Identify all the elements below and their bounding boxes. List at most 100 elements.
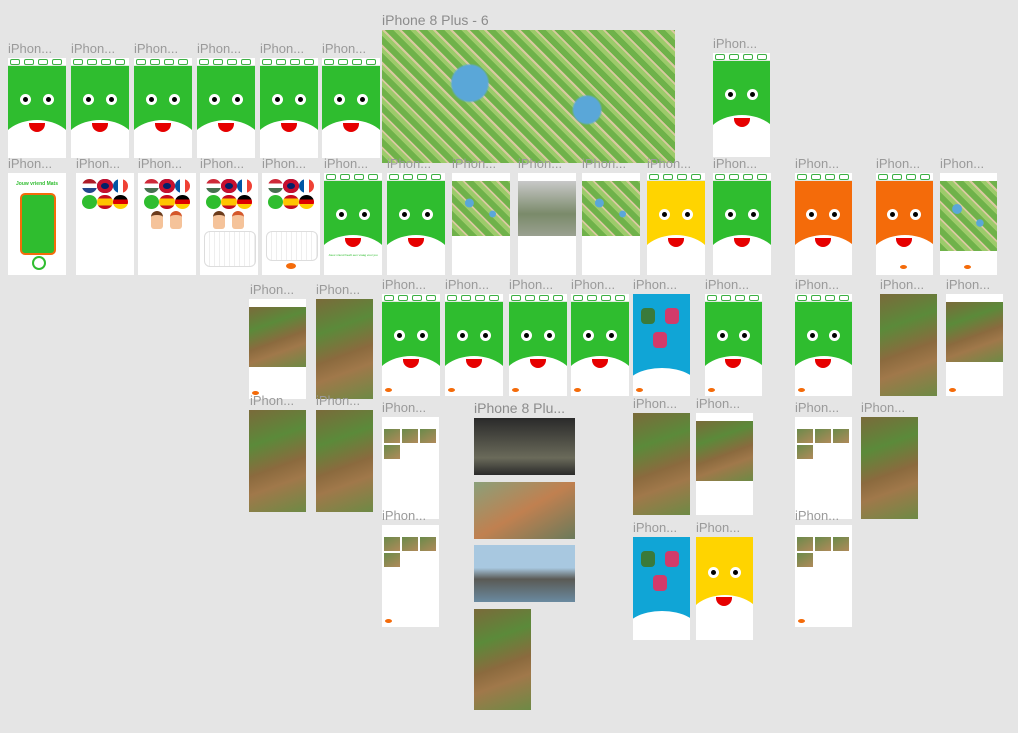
screen-face-green[interactable] bbox=[713, 173, 771, 275]
sticker-icon[interactable] bbox=[665, 551, 679, 567]
screen-stickers[interactable] bbox=[633, 537, 690, 640]
pin-pad[interactable] bbox=[204, 231, 256, 267]
boy-avatar[interactable] bbox=[151, 211, 163, 229]
sticker-icon[interactable] bbox=[665, 308, 679, 324]
boy-avatar[interactable] bbox=[213, 211, 225, 229]
screen-map-end[interactable] bbox=[940, 173, 997, 275]
lion-photo[interactable] bbox=[474, 418, 575, 475]
screen-gallery[interactable] bbox=[382, 525, 439, 627]
screen-gallery[interactable] bbox=[382, 417, 439, 519]
footprint-icon[interactable] bbox=[385, 388, 392, 392]
flag-uk-icon[interactable] bbox=[283, 179, 299, 193]
giraffe-photo-large[interactable] bbox=[474, 609, 531, 710]
thumbnail[interactable] bbox=[420, 429, 436, 443]
screen-face-green[interactable] bbox=[713, 53, 770, 157]
screen-stickers[interactable] bbox=[633, 294, 690, 396]
flag-de-icon[interactable] bbox=[298, 195, 314, 209]
screen-face-green[interactable] bbox=[134, 58, 192, 158]
footprint-icon[interactable] bbox=[798, 619, 805, 623]
screen-face-green[interactable] bbox=[260, 58, 318, 158]
thumbnail[interactable] bbox=[384, 537, 400, 551]
footprint-icon[interactable] bbox=[385, 619, 392, 623]
screen-map-speech[interactable] bbox=[582, 173, 640, 275]
footprint-icon[interactable] bbox=[286, 263, 296, 269]
screen-giraffe-photo[interactable] bbox=[316, 410, 373, 512]
map-thumbnail[interactable] bbox=[940, 181, 997, 251]
screen-gallery[interactable] bbox=[795, 417, 852, 519]
flag-fr-icon[interactable] bbox=[174, 179, 190, 193]
flag-de-icon[interactable] bbox=[112, 195, 128, 209]
screen-giraffe-photo[interactable] bbox=[249, 410, 306, 512]
screen-map-speech[interactable] bbox=[452, 173, 510, 275]
screen-face-green[interactable] bbox=[445, 294, 503, 396]
flag-green-icon[interactable] bbox=[82, 195, 98, 209]
thumbnail[interactable] bbox=[384, 445, 400, 459]
screen-face-green[interactable] bbox=[71, 58, 129, 158]
footprint-icon[interactable] bbox=[964, 265, 971, 269]
footprint-icon[interactable] bbox=[636, 388, 643, 392]
screen-giraffe-info[interactable] bbox=[946, 294, 1003, 396]
screen-welcome[interactable]: Jouw vriend Mats bbox=[8, 173, 66, 275]
flag-hu-icon[interactable] bbox=[268, 179, 284, 193]
orangutan-photo[interactable] bbox=[474, 482, 575, 539]
thumbnail[interactable] bbox=[402, 537, 418, 551]
screen-giraffe-photo[interactable] bbox=[316, 299, 373, 399]
flag-green-icon[interactable] bbox=[144, 195, 160, 209]
footprint-icon[interactable] bbox=[574, 388, 581, 392]
thumbnail[interactable] bbox=[384, 429, 400, 443]
screen-face-yellow[interactable] bbox=[647, 173, 705, 275]
screen-languages[interactable] bbox=[76, 173, 134, 275]
footprint-icon[interactable] bbox=[512, 388, 519, 392]
screen-gallery[interactable] bbox=[795, 525, 852, 627]
screen-face-green[interactable] bbox=[705, 294, 762, 396]
flag-green-icon[interactable] bbox=[206, 195, 222, 209]
thumbnail[interactable] bbox=[833, 429, 849, 443]
screen-languages-pin-done[interactable] bbox=[262, 173, 320, 275]
flag-nl-icon[interactable] bbox=[82, 179, 98, 193]
flag-es-icon[interactable] bbox=[159, 195, 175, 209]
footprint-icon[interactable] bbox=[949, 388, 956, 392]
screen-face-orange[interactable] bbox=[795, 173, 852, 275]
thumbnail[interactable] bbox=[797, 429, 813, 443]
flag-fr-icon[interactable] bbox=[236, 179, 252, 193]
girl-avatar[interactable] bbox=[232, 211, 244, 229]
screen-giraffe-info[interactable] bbox=[696, 413, 753, 515]
thumbnail[interactable] bbox=[420, 537, 436, 551]
sticker-icon[interactable] bbox=[641, 551, 655, 567]
screen-giraffe-photo[interactable] bbox=[880, 294, 937, 396]
thumbnail[interactable] bbox=[402, 429, 418, 443]
footprint-icon[interactable] bbox=[448, 388, 455, 392]
thumbnail[interactable] bbox=[797, 537, 813, 551]
screen-face-speech[interactable] bbox=[387, 173, 445, 275]
screen-giraffe-photo[interactable] bbox=[861, 417, 918, 519]
flag-uk-icon[interactable] bbox=[97, 179, 113, 193]
screen-face-green[interactable] bbox=[8, 58, 66, 158]
flag-hu-icon[interactable] bbox=[144, 179, 160, 193]
zoo-map-image[interactable] bbox=[382, 30, 675, 163]
map-thumbnail[interactable] bbox=[452, 181, 510, 236]
flag-uk-icon[interactable] bbox=[221, 179, 237, 193]
flag-uk-icon[interactable] bbox=[159, 179, 175, 193]
screen-face-angry[interactable] bbox=[876, 173, 933, 275]
screen-languages-kids[interactable] bbox=[138, 173, 196, 275]
thumbnail[interactable] bbox=[833, 537, 849, 551]
girl-avatar[interactable] bbox=[170, 211, 182, 229]
flag-hu-icon[interactable] bbox=[206, 179, 222, 193]
sticker-icon[interactable] bbox=[653, 332, 667, 348]
screen-face-green[interactable] bbox=[509, 294, 567, 396]
screen-face-green[interactable] bbox=[197, 58, 255, 158]
flag-fr-icon[interactable] bbox=[112, 179, 128, 193]
screen-giraffe-info[interactable] bbox=[249, 299, 306, 399]
flag-de-icon[interactable] bbox=[174, 195, 190, 209]
footprint-icon[interactable] bbox=[900, 265, 907, 269]
thumbnail[interactable] bbox=[384, 553, 400, 567]
map-thumbnail[interactable] bbox=[582, 181, 640, 236]
screen-path-photo[interactable] bbox=[518, 173, 576, 275]
screen-languages-pin[interactable] bbox=[200, 173, 258, 275]
flag-fr-icon[interactable] bbox=[298, 179, 314, 193]
flag-de-icon[interactable] bbox=[236, 195, 252, 209]
screen-face-green[interactable] bbox=[382, 294, 440, 396]
thumbnail[interactable] bbox=[815, 537, 831, 551]
screen-giraffe-photo[interactable] bbox=[633, 413, 690, 515]
sticker-icon[interactable] bbox=[641, 308, 655, 324]
